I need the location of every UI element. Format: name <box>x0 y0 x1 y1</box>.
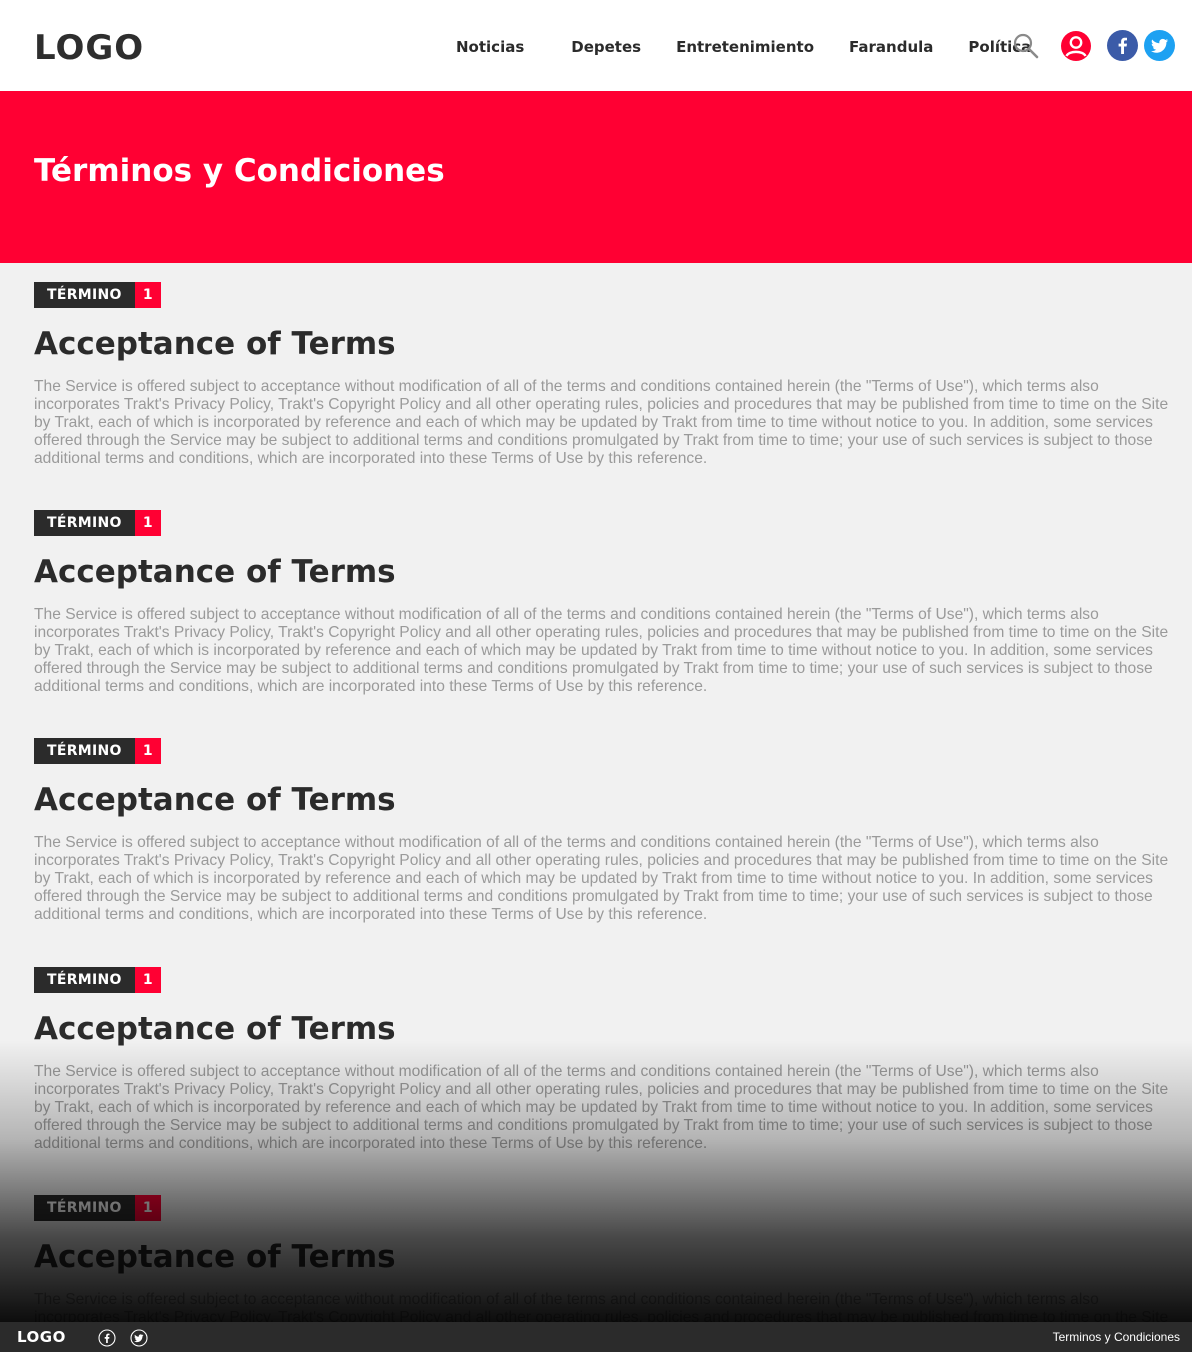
term-badge: TÉRMINO 1 <box>34 967 1174 993</box>
term-title: Acceptance of Terms <box>34 1011 396 1047</box>
term-title: Acceptance of Terms <box>34 326 396 362</box>
twitter-icon[interactable] <box>1144 30 1175 61</box>
term-badge-label: TÉRMINO <box>34 282 135 308</box>
term-badge-label: TÉRMINO <box>34 967 135 993</box>
footer: LOGO Terminos y Condiciones <box>0 1322 1192 1352</box>
header: LOGO Noticias Depetes Entretenimiento Fa… <box>0 0 1192 91</box>
nav-item-entretenimiento[interactable]: Entretenimiento <box>676 38 814 56</box>
nav-item-farandula[interactable]: Farandula <box>849 38 933 56</box>
term-body: The Service is offered subject to accept… <box>34 834 1169 923</box>
term-badge: TÉRMINO 1 <box>34 738 1174 764</box>
term-badge-number: 1 <box>134 967 161 993</box>
term-section: TÉRMINO 1 Acceptance of Terms The Servic… <box>34 510 1174 696</box>
term-body: The Service is offered subject to accept… <box>34 606 1169 695</box>
term-badge: TÉRMINO 1 <box>34 1195 1174 1221</box>
term-badge-number: 1 <box>134 510 161 536</box>
search-icon[interactable] <box>1013 33 1039 59</box>
term-badge: TÉRMINO 1 <box>34 510 1174 536</box>
main-nav: Noticias Depetes Entretenimiento Farandu… <box>456 38 1031 56</box>
footer-logo[interactable]: LOGO <box>17 1328 66 1346</box>
nav-item-depetes[interactable]: Depetes <box>571 38 641 56</box>
term-badge-label: TÉRMINO <box>34 1195 135 1221</box>
footer-terms-link[interactable]: Terminos y Condiciones <box>1053 1330 1180 1344</box>
term-section: TÉRMINO 1 Acceptance of Terms The Servic… <box>34 967 1174 1153</box>
term-badge-label: TÉRMINO <box>34 738 135 764</box>
term-badge-number: 1 <box>134 738 161 764</box>
term-section: TÉRMINO 1 Acceptance of Terms The Servic… <box>34 738 1174 924</box>
term-body: The Service is offered subject to accept… <box>34 1063 1169 1152</box>
site-logo[interactable]: LOGO <box>34 28 144 68</box>
term-badge-number: 1 <box>134 282 161 308</box>
twitter-icon[interactable] <box>130 1329 148 1347</box>
page-title: Términos y Condiciones <box>34 153 445 189</box>
facebook-icon[interactable] <box>1107 30 1138 61</box>
term-title: Acceptance of Terms <box>34 782 396 818</box>
user-icon[interactable] <box>1060 30 1092 62</box>
facebook-icon[interactable] <box>98 1329 116 1347</box>
term-badge-label: TÉRMINO <box>34 510 135 536</box>
term-title: Acceptance of Terms <box>34 1239 396 1275</box>
term-body: The Service is offered subject to accept… <box>34 378 1169 467</box>
term-title: Acceptance of Terms <box>34 554 396 590</box>
hero-banner: Términos y Condiciones <box>0 91 1192 263</box>
term-badge-number: 1 <box>134 1195 161 1221</box>
nav-item-noticias[interactable]: Noticias <box>456 38 524 56</box>
term-badge: TÉRMINO 1 <box>34 282 1174 308</box>
term-section: TÉRMINO 1 Acceptance of Terms The Servic… <box>34 282 1174 468</box>
